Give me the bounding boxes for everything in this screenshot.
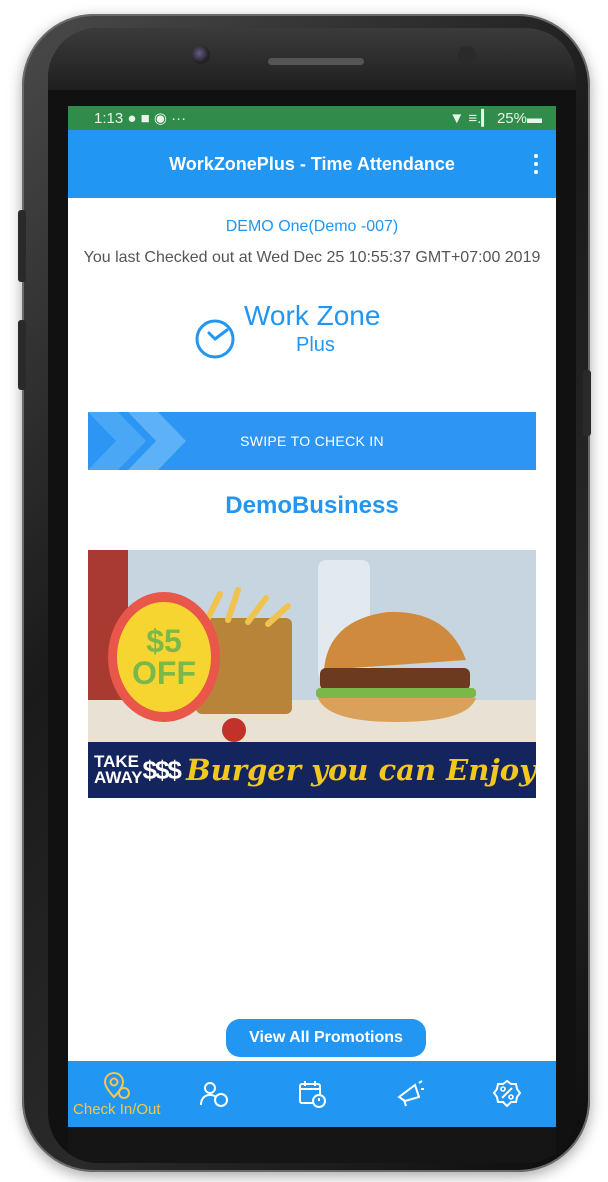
- phone-side-button: [18, 320, 26, 390]
- promo-headline: Burger you can Enjoy: [186, 753, 536, 787]
- percent-badge-icon: [492, 1079, 522, 1108]
- promo-dollar-signs: $$$: [142, 754, 182, 785]
- promo-take-line2: AWAY: [94, 768, 143, 787]
- status-battery-signal: ▼ ≡.▎ 25%▬: [449, 110, 542, 127]
- promo-take-away: TAKE AWAY: [94, 753, 143, 787]
- location-pin-icon: [103, 1071, 130, 1099]
- phone-power-button: [583, 370, 591, 436]
- status-time: 1:13: [94, 110, 124, 127]
- overflow-menu-icon[interactable]: [534, 154, 538, 174]
- bottom-navigation: Check In/Out: [68, 1061, 556, 1127]
- swipe-label: SWIPE TO CHECK IN: [240, 433, 384, 449]
- last-check-status: You last Checked out at Wed Dec 25 10:55…: [83, 249, 541, 266]
- workzone-logo: Work Zone Plus: [192, 300, 432, 366]
- phone-volume-button: [18, 210, 26, 282]
- discount-badge: $5 OFF: [108, 592, 220, 722]
- logo-text-workzone: Work Zone: [244, 300, 381, 331]
- nav-employees[interactable]: [166, 1061, 264, 1127]
- app-title: WorkZonePlus - Time Attendance: [169, 153, 455, 174]
- logo-text-plus: Plus: [296, 334, 335, 356]
- nav-check-in-out[interactable]: Check In/Out: [68, 1061, 166, 1127]
- clock-icon: [195, 319, 235, 359]
- sensor-icon: [458, 46, 476, 64]
- view-all-promotions-button[interactable]: View All Promotions: [226, 1019, 426, 1057]
- swipe-to-check-in-slider[interactable]: SWIPE TO CHECK IN: [88, 412, 536, 470]
- front-camera-icon: [192, 46, 210, 64]
- business-name: DemoBusiness: [225, 492, 399, 519]
- chevrons-right-icon: [88, 412, 186, 470]
- nav-promotions[interactable]: [361, 1061, 459, 1127]
- screen: 1:13 ● ■ ◉ ··· ▼ ≡.▎ 25%▬ WorkZonePlus -…: [48, 28, 576, 1163]
- earpiece-speaker: [268, 58, 364, 65]
- employee-name: DEMO One(Demo -007): [225, 218, 399, 235]
- megaphone-icon: [396, 1080, 424, 1107]
- phone-top-bezel: [48, 28, 576, 90]
- nav-discounts[interactable]: [458, 1061, 556, 1127]
- nav-schedule[interactable]: [263, 1061, 361, 1127]
- people-icon: [200, 1082, 229, 1107]
- discount-off: OFF: [132, 655, 196, 691]
- discount-amount: $5: [146, 623, 182, 659]
- app-bar: WorkZonePlus - Time Attendance: [68, 130, 556, 198]
- promotion-banner[interactable]: $5 OFF TAKE AWAY $$$ Burger you can Enjo…: [88, 550, 536, 798]
- promotion-footer: TAKE AWAY $$$ Burger you can Enjoy: [88, 742, 536, 798]
- status-bar: 1:13 ● ■ ◉ ··· ▼ ≡.▎ 25%▬: [68, 106, 556, 130]
- app-screen: WorkZonePlus - Time Attendance DEMO One(…: [68, 130, 556, 1127]
- nav-check-in-out-label: Check In/Out: [73, 1100, 161, 1118]
- status-notification-icons: ● ■ ◉ ···: [127, 110, 187, 127]
- calendar-clock-icon: [298, 1081, 326, 1108]
- phone-bottom-bezel: [68, 1127, 556, 1163]
